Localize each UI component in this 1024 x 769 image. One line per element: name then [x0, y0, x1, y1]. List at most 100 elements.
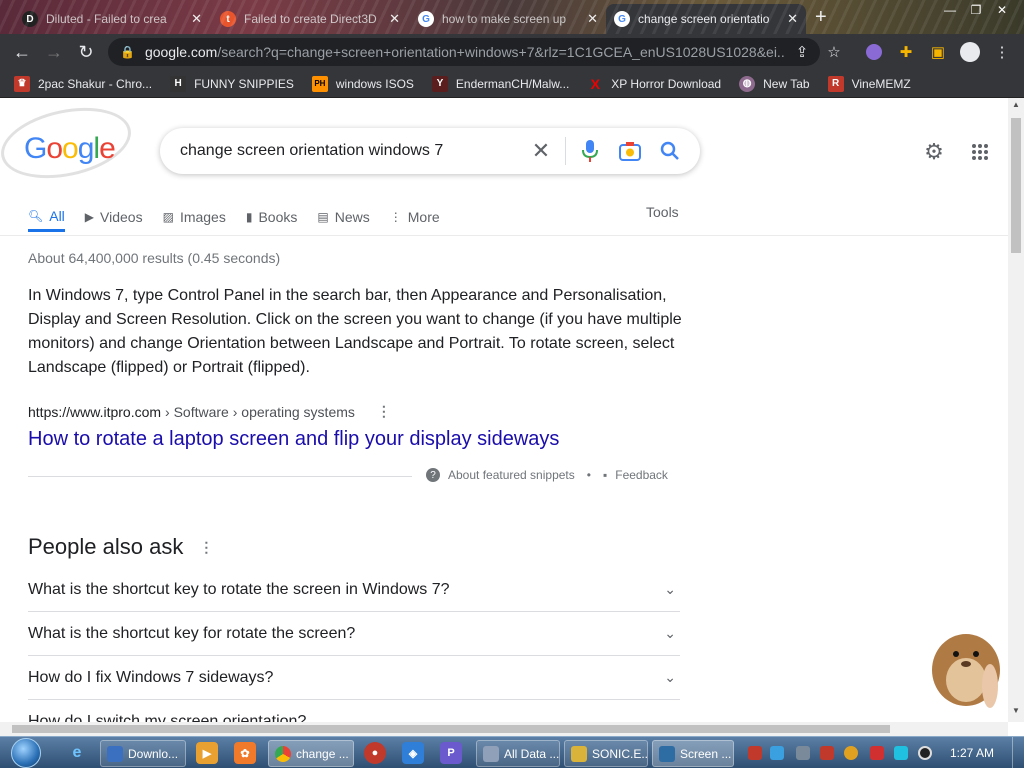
tray-icon[interactable] [820, 746, 834, 760]
show-desktop-button[interactable] [1012, 737, 1024, 769]
app-icon[interactable]: ● [364, 742, 386, 764]
search-box[interactable]: change screen orientation windows 7 ✕ [160, 128, 700, 174]
close-tab-icon[interactable]: ✕ [587, 11, 598, 27]
video-icon: ▶ [84, 210, 95, 224]
tab-more[interactable]: ⋮ More [390, 202, 440, 232]
tab-all[interactable]: 🔍︎ All [28, 202, 65, 232]
question-item[interactable]: How do I fix Windows 7 sideways? ⌄ [28, 656, 680, 700]
horizontal-scrollbar[interactable] [0, 722, 1008, 736]
taskbar-button[interactable]: All Data ... [476, 740, 560, 767]
bookmark-favicon-icon: PH [311, 75, 328, 92]
search-icon[interactable] [650, 131, 690, 171]
bookmark-favicon-icon: Y [431, 75, 448, 92]
about-snippets-link[interactable]: About featured snippets [448, 468, 575, 482]
internet-explorer-icon[interactable]: e [66, 742, 88, 764]
question-item[interactable]: What is the shortcut key for rotate the … [28, 612, 680, 656]
side-panel-icon[interactable]: ▣ [924, 38, 952, 66]
tab-news[interactable]: ▤ News [317, 202, 369, 232]
taskbar-button[interactable]: SONIC.E... [564, 740, 648, 767]
scroll-up-icon[interactable]: ▲ [1008, 100, 1024, 114]
vertical-scrollbar[interactable]: ▲ ▼ [1008, 98, 1024, 722]
google-logo[interactable]: Google [24, 132, 116, 166]
profile-avatar-icon[interactable] [956, 38, 984, 66]
browser-tab[interactable]: G how to make screen up ✕ [410, 4, 606, 34]
app-icon[interactable]: ✿ [234, 742, 256, 764]
bookmark-star-icon[interactable]: ☆ [820, 38, 848, 66]
forward-arrow-icon[interactable]: → [38, 36, 70, 68]
address-bar[interactable]: 🔒 google.com/search?q=change+screen+orie… [108, 38, 820, 66]
more-options-icon[interactable]: ⋮ [199, 539, 213, 556]
close-window-icon[interactable]: ✕ [988, 0, 1016, 20]
browser-tab-active[interactable]: G change screen orientatio ✕ [606, 4, 806, 34]
more-options-icon[interactable]: ⋮ [377, 403, 391, 420]
extension-icon[interactable] [860, 38, 888, 66]
tray-icon[interactable] [748, 746, 762, 760]
app-icon[interactable]: P [440, 742, 462, 764]
tray-icon[interactable] [770, 746, 784, 760]
minimize-icon[interactable]: — [936, 0, 964, 20]
featured-snippet-footer: ? About featured snippets • ▪ Feedback [28, 468, 680, 482]
separator: • [586, 468, 591, 482]
feedback-link[interactable]: Feedback [615, 468, 668, 482]
bookmark-item[interactable]: Y EndermanCH/Malw... [431, 75, 569, 92]
bookmark-item[interactable]: R VineMEMZ [827, 75, 911, 92]
scrollbar-thumb[interactable] [12, 725, 890, 733]
taskbar-button[interactable]: Downlo... [100, 740, 186, 767]
media-player-icon[interactable]: ▶ [196, 742, 218, 764]
tray-icon[interactable] [796, 746, 810, 760]
flag-icon[interactable] [870, 746, 884, 760]
back-arrow-icon[interactable]: ← [6, 36, 38, 68]
chrome-icon [275, 745, 291, 762]
bookmark-item[interactable]: X XP Horror Download [587, 76, 722, 92]
taskbar-button[interactable]: Screen ... [652, 740, 734, 767]
tab-videos[interactable]: ▶ Videos [85, 202, 143, 232]
reload-icon[interactable]: ↻ [70, 36, 102, 68]
bookmark-label: VineMEMZ [851, 76, 911, 91]
question-item[interactable]: How do I switch my screen orientation? ⌄ [28, 700, 680, 723]
monitor-icon[interactable] [894, 746, 908, 760]
question-item[interactable]: What is the shortcut key to rotate the s… [28, 568, 680, 612]
clock[interactable]: 1:27 AM [950, 746, 994, 760]
close-tab-icon[interactable]: ✕ [191, 11, 202, 27]
clear-icon[interactable]: ✕ [521, 131, 561, 171]
apps-grid-icon[interactable] [966, 138, 994, 166]
tab-books[interactable]: ▮ Books [246, 202, 298, 232]
volume-icon[interactable] [918, 746, 932, 760]
result-citation[interactable]: https://www.itpro.com › Software › opera… [28, 403, 391, 420]
bookmark-item[interactable]: PH windows ISOS [311, 75, 414, 92]
app-icon [107, 745, 123, 762]
tab-label: Images [179, 209, 226, 225]
paa-title: People also ask [28, 534, 184, 559]
browser-tab[interactable]: D Diluted - Failed to crea ✕ [14, 4, 210, 34]
microphone-icon[interactable] [570, 131, 610, 171]
bookmark-item[interactable]: ◍ New Tab [739, 75, 810, 92]
scroll-down-icon[interactable]: ▼ [1008, 706, 1024, 720]
scrollbar-thumb[interactable] [1011, 118, 1021, 253]
browser-menu-icon[interactable]: ⋮ [988, 38, 1016, 66]
tools-button[interactable]: Tools [646, 204, 679, 220]
image-icon: ▨ [162, 210, 174, 224]
tab-images[interactable]: ▨ Images [163, 202, 226, 232]
more-dots-icon: ⋮ [389, 210, 402, 224]
result-title-link[interactable]: How to rotate a laptop screen and flip y… [28, 428, 559, 451]
new-tab-icon[interactable]: + [815, 6, 827, 29]
taskbar-label: Downlo... [128, 746, 179, 761]
close-tab-icon[interactable]: ✕ [389, 11, 400, 27]
taskbar-button-active[interactable]: change ... [268, 740, 354, 767]
start-button[interactable] [8, 737, 44, 769]
bookmark-item[interactable]: H FUNNY SNIPPIES [170, 75, 294, 92]
close-tab-icon[interactable]: ✕ [787, 11, 798, 27]
search-input[interactable]: change screen orientation windows 7 [180, 142, 521, 160]
camera-lens-icon[interactable] [610, 131, 650, 171]
shield-icon[interactable]: ◈ [402, 742, 424, 764]
browser-tab[interactable]: t Failed to create Direct3D ✕ [212, 4, 408, 34]
bookmark-item[interactable]: ♛ 2pac Shakur - Chro... [14, 75, 153, 92]
tray-icon[interactable] [844, 746, 858, 760]
extensions-puzzle-icon[interactable]: ✚ [892, 38, 920, 66]
share-icon[interactable]: ⇪ [788, 38, 816, 66]
bookmark-label: 2pac Shakur - Chro... [38, 76, 153, 91]
bookmark-label: windows ISOS [335, 76, 414, 91]
settings-gear-icon[interactable]: ⚙ [920, 138, 948, 166]
divider [28, 476, 412, 477]
maximize-icon[interactable]: ❐ [962, 0, 990, 20]
